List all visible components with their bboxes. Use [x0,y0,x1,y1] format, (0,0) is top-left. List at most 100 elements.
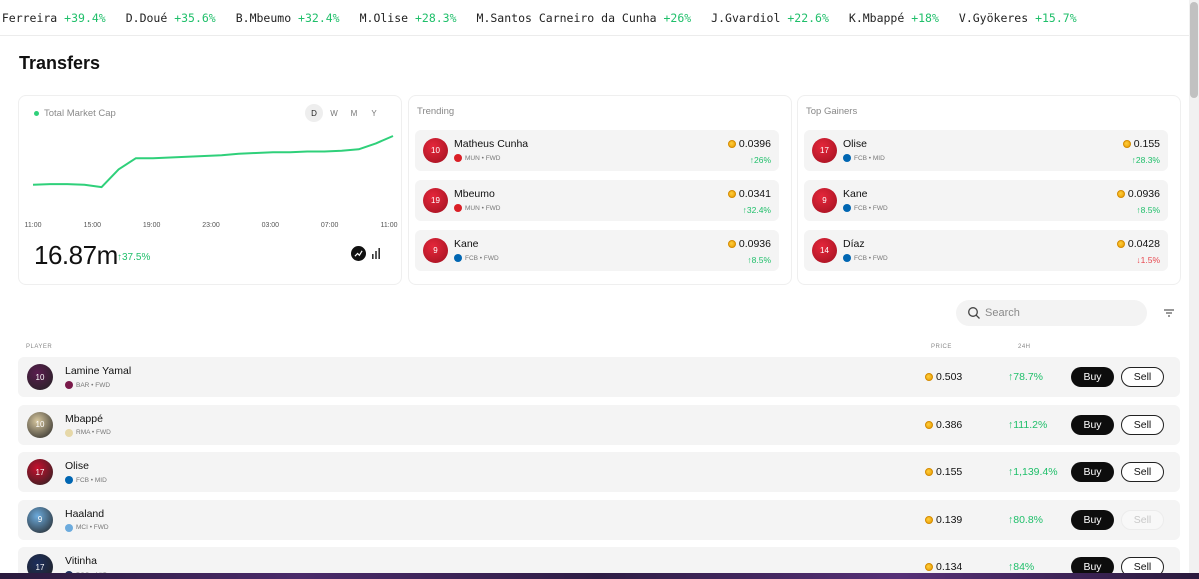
player-price: 0.0396 [727,138,771,150]
club-badge-icon [843,204,851,212]
top-gainers-card: Top Gainers 17 Olise FCB • MID 0.155 ↑28.3% 9… [797,95,1181,285]
player-price: 0.0341 [727,188,771,200]
player-avatar: 19 [423,188,448,213]
search-input[interactable] [985,303,1135,323]
table-row[interactable]: 10 Mbappé RMA • FWD 0.386 ↑111.2% Buy Sell [18,404,1180,445]
player-change: ↑32.4% [742,205,771,215]
player-meta: FCB • MID [65,476,107,484]
coin-icon [727,140,736,148]
trending-row[interactable]: 19 Mbeumo MUN • FWD 0.0341 ↑32.4% [415,180,779,221]
trending-row[interactable]: 9 Kane FCB • FWD 0.0936 ↑8.5% [415,230,779,271]
club-badge-icon [454,204,462,212]
page-title: Transfers [19,53,101,73]
player-meta: MCI • FWD [65,523,109,532]
period-tab-w[interactable]: W [325,104,343,122]
player-price-value: 0.386 [936,418,963,431]
player-price-value: 0.155 [1133,138,1160,150]
ticker-item[interactable]: K.Mbappé +18% [849,11,939,25]
buy-button[interactable]: Buy [1071,462,1114,482]
player-meta: BAR • FWD [65,381,110,389]
player-change: ↓1.5% [1136,255,1160,265]
club-badge-icon [65,476,73,484]
ticker-item[interactable]: M.Santos Carneiro da Cunha +26% [477,11,692,25]
player-name: Kane [843,188,868,200]
table-row[interactable]: 17 Olise FCB • MID 0.155 ↑1,139.4% Buy Sell [18,452,1180,492]
period-tab-d[interactable]: D [305,104,323,122]
ticker-item[interactable]: B.Mbeumo +32.4% [236,11,340,25]
player-club-position: MCI • FWD [76,524,109,531]
x-axis-tick-label: 15:00 [83,222,102,229]
player-price: 0.0936 [1116,188,1160,200]
sell-button[interactable]: Sell [1121,414,1164,435]
page-scrollbar[interactable] [1189,0,1199,579]
x-axis-tick-label: 07:00 [320,222,339,229]
player-price-value: 0.0936 [738,238,771,250]
player-name: Olise [65,460,89,472]
player-price-value: 0.0341 [738,188,771,200]
coin-icon [727,190,736,198]
search-box[interactable] [956,300,1147,326]
ticker-player-name: J.Gvardiol [711,11,788,25]
ticker-track: o Ferreira +39.4% D.Doué +35.6% B.Mbeumo +… [0,11,1097,25]
top-gainer-row[interactable]: 9 Kane FCB • FWD 0.0936 ↑8.5% [804,180,1168,221]
buy-button[interactable]: Buy [1071,414,1114,435]
x-axis-tick-label: 23:00 [202,222,220,229]
period-tab-y[interactable]: Y [365,104,383,122]
buy-button[interactable]: Buy [1071,367,1114,387]
ticker-item[interactable]: V.Gyökeres +15.7% [959,11,1077,25]
top-gainer-row[interactable]: 17 Olise FCB • MID 0.155 ↑28.3% [804,130,1168,171]
line-chart-toggle-icon[interactable] [351,246,366,261]
coin-icon [925,468,933,476]
player-avatar: 10 [27,364,53,390]
coin-icon [925,563,933,571]
market-cap-card: Total Market Cap DWMY 11:00 15:00 19:00 23:… [18,95,402,285]
ticker-item[interactable]: o Ferreira +39.4% [0,11,106,25]
player-24h-change: ↑111.2% [1008,418,1048,431]
ticker-item[interactable]: M.Olise +28.3% [360,11,457,25]
player-meta: FCB • FWD [843,204,888,212]
table-row[interactable]: 10 Lamine Yamal BAR • FWD 0.503 ↑78.7% Buy Sel… [18,357,1180,397]
ticker-item[interactable]: D.Doué +35.6% [126,11,216,25]
ticker-player-name: M.Olise [359,11,415,25]
club-badge-icon [65,523,73,532]
player-avatar: 9 [27,506,53,533]
player-name: Matheus Cunha [454,138,529,150]
x-axis-tick-label: 03:00 [261,222,280,229]
sell-button[interactable]: Sell [1121,367,1164,387]
filter-icon[interactable] [1162,306,1176,320]
player-name: Lamine Yamal [65,365,132,377]
ticker-change: +28.3% [414,11,457,25]
top-gainer-row[interactable]: 14 Díaz FCB • FWD 0.0428 ↓1.5% [804,230,1168,271]
coin-icon [727,240,736,248]
x-axis-tick-label: 19:00 [142,222,161,229]
club-badge-icon [65,381,73,389]
player-club-position: FCB • FWD [854,254,888,262]
player-name: Mbappé [65,412,103,425]
ticker-player-name: K.Mbappé [848,11,912,25]
player-club-position: FCB • MID [854,154,885,162]
x-axis-tick-label: 11:00 [380,222,398,229]
bar-chart-toggle-icon[interactable] [371,248,381,259]
market-cap-change: ↑37.5% [117,252,151,263]
trending-row[interactable]: 10 Matheus Cunha MUN • FWD 0.0396 ↑26% [415,130,779,171]
sell-button[interactable]: Sell [1121,462,1164,482]
search-icon [968,307,980,319]
player-name: Díaz [843,238,865,250]
player-avatar: 10 [423,138,448,163]
player-name: Vitinha [65,555,97,567]
ticker-item[interactable]: J.Gvardiol +22.6% [711,11,829,25]
player-club-position: BAR • FWD [76,381,111,389]
sell-button: Sell [1121,509,1164,530]
period-tab-m[interactable]: M [345,104,363,122]
player-price: 0.139 [925,514,962,526]
player-change: ↑8.5% [1136,205,1160,215]
ticker-change: +26% [663,11,692,25]
table-row[interactable]: 9 Haaland MCI • FWD 0.139 ↑80.8% Buy Sell [18,499,1180,540]
buy-button[interactable]: Buy [1071,509,1114,530]
ticker-change: +32.4% [298,11,340,25]
player-meta: RMA • FWD [65,428,111,437]
player-change: ↑8.5% [747,255,771,265]
ticker-player-name: B.Mbeumo [235,11,299,25]
player-meta: MUN • FWD [454,204,501,212]
scrollbar-thumb[interactable] [1190,2,1198,98]
